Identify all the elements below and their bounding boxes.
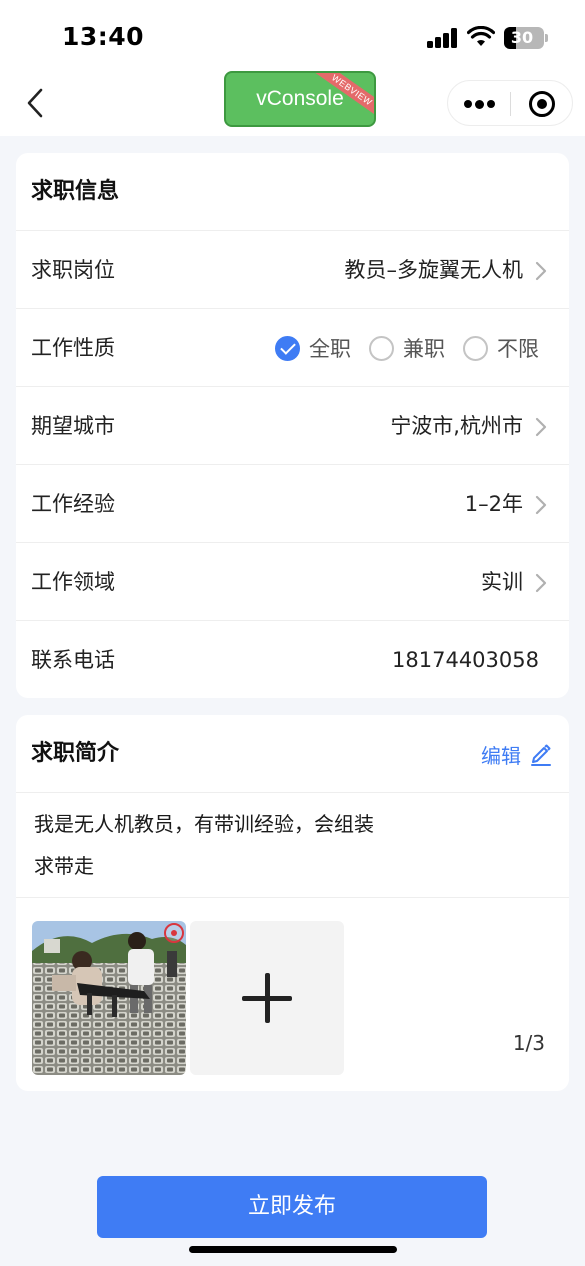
experience-label: 工作经验 — [31, 492, 115, 516]
edit-label: 编辑 — [481, 743, 521, 768]
row-experience[interactable]: 工作经验 1–2年 — [16, 465, 569, 543]
intro-text-line: 我是无人机教员，有带训经验，会组装 — [34, 812, 374, 836]
publish-button[interactable]: 立即发布 — [97, 1176, 487, 1238]
radio-label: 兼职 — [403, 337, 445, 361]
field-label: 工作领域 — [31, 570, 115, 594]
battery-icon: 30 — [504, 27, 548, 49]
row-phone: 联系电话 18174403058 — [16, 621, 569, 698]
photo-image — [32, 921, 186, 1075]
more-dots-icon[interactable] — [464, 99, 495, 109]
city-value: 宁波市,杭州市 — [390, 414, 523, 438]
target-circle-icon[interactable] — [529, 91, 555, 117]
radio-unchecked-icon — [369, 335, 394, 361]
status-time: 13:40 — [62, 22, 145, 51]
uploaded-photo[interactable] — [32, 921, 186, 1075]
city-label: 期望城市 — [31, 414, 115, 438]
nav-bar: vConsole WEBVIEW — [0, 71, 585, 136]
capsule-divider — [510, 92, 511, 116]
wifi-icon — [467, 26, 495, 46]
chevron-left-icon[interactable] — [22, 86, 52, 120]
row-field[interactable]: 工作领域 实训 — [16, 543, 569, 621]
job-info-header: 求职信息 — [16, 153, 569, 231]
pencil-icon — [531, 744, 551, 766]
radio-unchecked-icon — [463, 335, 488, 361]
row-work-type: 工作性质 全职 兼职 不限 — [16, 309, 569, 387]
radio-checked-icon — [275, 335, 300, 361]
home-indicator — [189, 1246, 397, 1253]
battery-level: 30 — [510, 28, 534, 47]
phone-label: 联系电话 — [31, 648, 115, 672]
intro-text: 我是无人机教员，有带训经验，会组装 求带走 — [34, 803, 554, 887]
chevron-right-icon — [535, 495, 547, 515]
status-bar: 13:40 30 — [0, 0, 585, 76]
work-type-radio-group: 全职 兼职 不限 — [257, 309, 539, 387]
signal-icon — [427, 28, 459, 48]
radio-fulltime[interactable]: 全职 — [275, 333, 351, 363]
edit-button[interactable]: 编辑 — [481, 715, 553, 793]
job-info-card: 求职信息 求职岗位 教员–多旋翼无人机 工作性质 全职 兼职 不限 期望城市 宁… — [16, 153, 569, 698]
intro-card: 求职简介 编辑 我是无人机教员，有带训经验，会组装 求带走 1/3 — [16, 715, 569, 1091]
intro-header: 求职简介 编辑 — [16, 715, 569, 793]
chevron-right-icon — [535, 261, 547, 281]
position-value: 教员–多旋翼无人机 — [344, 258, 524, 282]
divider — [16, 897, 569, 898]
row-city[interactable]: 期望城市 宁波市,杭州市 — [16, 387, 569, 465]
section-title: 求职简介 — [31, 741, 120, 766]
work-type-label: 工作性质 — [31, 336, 115, 360]
chevron-right-icon — [535, 417, 547, 437]
intro-text-line: 求带走 — [34, 854, 94, 878]
mini-program-capsule — [447, 80, 573, 126]
position-label: 求职岗位 — [31, 258, 115, 282]
field-value: 实训 — [481, 570, 523, 594]
add-photo-button[interactable] — [190, 921, 344, 1075]
photo-count: 1/3 — [512, 1031, 545, 1055]
radio-label: 全职 — [309, 337, 351, 361]
section-title: 求职信息 — [31, 179, 120, 204]
chevron-right-icon — [535, 573, 547, 593]
radio-label: 不限 — [497, 337, 539, 361]
radio-parttime[interactable]: 兼职 — [369, 333, 445, 363]
experience-value: 1–2年 — [464, 492, 523, 516]
vconsole-button[interactable]: vConsole WEBVIEW — [224, 71, 376, 127]
phone-value: 18174403058 — [392, 648, 539, 672]
row-position[interactable]: 求职岗位 教员–多旋翼无人机 — [16, 231, 569, 309]
radio-any[interactable]: 不限 — [463, 333, 539, 363]
photo-delete-icon[interactable] — [164, 923, 184, 943]
